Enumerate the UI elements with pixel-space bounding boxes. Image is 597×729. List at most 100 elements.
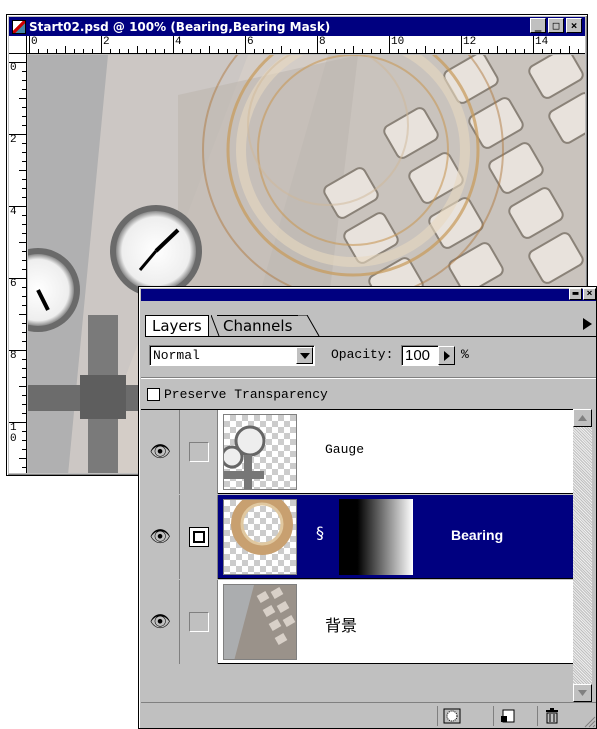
ruler-tick [19,386,26,387]
ruler-label: 2 [10,134,17,146]
ruler-tick [22,161,26,162]
layer-row-gauge[interactable]: 👁 Gauge [141,410,573,494]
layers-list: 👁 Gauge 👁 § Bearing 👁 背景 [141,409,573,702]
eye-icon[interactable]: 👁 [141,495,180,579]
ruler-tick [22,116,26,117]
delete-layer-button[interactable] [537,706,565,726]
layer-name: 背景 [325,618,358,636]
layer-link-cell[interactable] [180,580,218,664]
eye-icon[interactable]: 👁 [141,580,180,664]
vertical-ruler[interactable]: 0 2 4 6 8 1 0 [9,54,27,473]
opacity-input[interactable]: 100 [401,345,439,366]
new-layer-button[interactable] [493,706,521,726]
resize-grip-icon[interactable] [582,714,596,728]
ruler-tick [9,134,26,135]
ruler-tick [344,49,345,53]
maximize-button[interactable]: □ [548,18,564,33]
ruler-tick [9,350,26,351]
ruler-label: 0 [31,36,38,48]
ruler-tick [425,46,426,53]
blend-mode-select[interactable]: Normal [149,345,315,366]
layer-mask-cell[interactable] [180,495,218,579]
ruler-tick [443,49,444,53]
ruler-tick [353,46,354,53]
palette-titlebar[interactable]: ▬ × [141,288,596,301]
ruler-tick [56,49,57,53]
gauge-thumbnail-art [224,425,266,489]
ruler-tick [461,36,462,53]
layers-scrollbar[interactable] [573,409,592,702]
layers-palette: ▬ × Layers Channels Normal Opacity: 100 … [138,286,597,729]
scroll-down-button[interactable] [573,684,592,702]
preserve-transparency-checkbox[interactable] [147,388,160,401]
divider [141,377,596,378]
ruler-tick [380,49,381,53]
palette-close-button[interactable]: × [583,288,596,300]
tab-layers[interactable]: Layers [145,315,209,337]
palette-menu-arrow-icon[interactable] [580,314,594,334]
ruler-tick [470,49,471,53]
horizontal-ruler[interactable]: 0 2 4 6 8 10 12 14 [9,36,585,54]
ruler-tick [245,36,246,53]
ruler-tick [22,215,26,216]
opacity-label: Opacity: [331,347,394,362]
ruler-tick [9,278,26,279]
chevron-up-icon [578,415,587,421]
palette-bottom-bar [141,702,596,728]
ruler-tick [92,49,93,53]
ruler-tick [236,49,237,53]
ruler-tick [155,49,156,53]
ruler-tick [479,49,480,53]
ruler-tick [227,49,228,53]
mask-active-icon [188,527,209,547]
chevron-down-icon[interactable] [296,347,313,364]
ruler-tick [74,49,75,53]
ruler-tick [533,36,534,53]
trash-icon [545,708,558,724]
ruler-tick [22,341,26,342]
layer-row-bearing[interactable]: 👁 § Bearing [141,495,573,579]
ruler-tick [19,458,26,459]
preserve-transparency-row[interactable]: Preserve Transparency [147,387,328,402]
ruler-tick [19,98,26,99]
ruler-tick [22,224,26,225]
link-chain-icon[interactable]: § [316,523,324,542]
layer-link-cell[interactable] [180,410,218,494]
ruler-tick [22,449,26,450]
ruler-tick [22,377,26,378]
ruler-tick [22,332,26,333]
ruler-tick [9,422,26,423]
ruler-tick [362,49,363,53]
ruler-tick [9,206,26,207]
document-titlebar[interactable]: Start02.psd @ 100% (Bearing,Bearing Mask… [9,17,585,36]
layer-thumbnail [223,584,297,660]
scroll-up-button[interactable] [573,409,592,427]
ruler-tick [335,49,336,53]
ruler-tick [506,49,507,53]
minimize-button[interactable]: _ [530,18,546,33]
document-title: Start02.psd @ 100% (Bearing,Bearing Mask… [29,19,331,34]
ruler-label: 6 [10,278,17,290]
ruler-tick [578,49,579,53]
preserve-transparency-label: Preserve Transparency [164,387,328,402]
ruler-origin[interactable] [9,36,27,53]
layer-row-background[interactable]: 👁 背景 [141,580,573,664]
layer-name: Gauge [325,442,365,457]
opacity-slider-arrow-icon[interactable] [438,346,455,365]
eye-icon[interactable]: 👁 [141,410,180,494]
add-mask-button[interactable] [437,706,465,726]
mask-thumbnail[interactable] [339,499,413,575]
bearing-thumbnail-art [231,500,293,555]
ruler-tick [209,46,210,53]
ruler-tick [389,36,390,53]
ruler-tick [47,49,48,53]
ruler-tick [22,125,26,126]
ruler-label: 10 [391,36,405,48]
palette-minimize-button[interactable]: ▬ [569,288,582,300]
ruler-tick [218,49,219,53]
ruler-tick [22,305,26,306]
ruler-tick [22,431,26,432]
close-button[interactable]: × [566,18,582,33]
ruler-label: 2 [103,36,110,48]
ruler-tick [22,296,26,297]
